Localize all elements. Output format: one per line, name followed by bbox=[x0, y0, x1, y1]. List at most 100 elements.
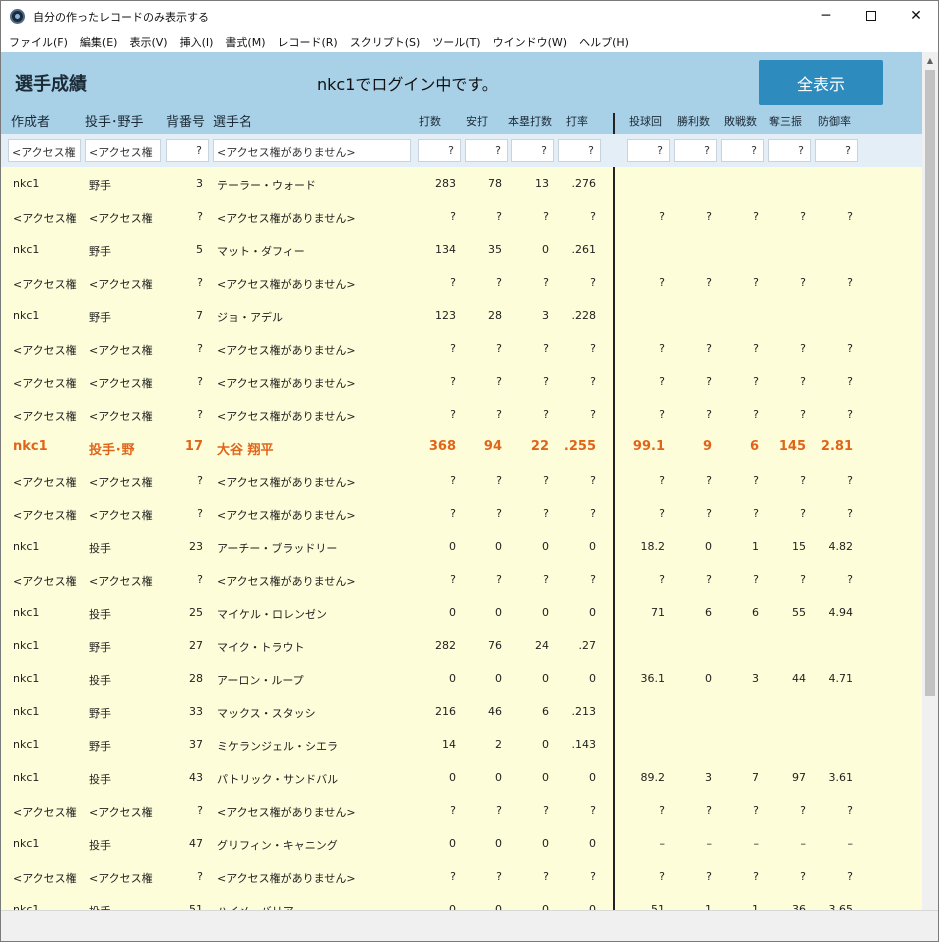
record-row[interactable]: nkc1 野手 5 マット・ダフィー 134 35 0 .261 bbox=[1, 233, 922, 266]
filter-hits[interactable]: ? bbox=[465, 139, 508, 162]
header-home-runs[interactable]: 本塁打数 bbox=[508, 113, 552, 129]
maximize-button[interactable] bbox=[848, 1, 894, 31]
record-row[interactable]: nkc1 野手 7 ジョ・アデル 123 28 3 .228 bbox=[1, 299, 922, 332]
cell-number: ? bbox=[197, 375, 203, 388]
scrollbar-thumb[interactable] bbox=[925, 70, 935, 696]
cell-at-bats: 14 bbox=[442, 738, 456, 751]
cell-creator: nkc1 bbox=[13, 738, 40, 751]
show-all-button[interactable]: 全表示 bbox=[759, 60, 883, 105]
filter-creator[interactable]: <アクセス権 bbox=[8, 139, 81, 162]
menu-record[interactable]: レコード(R) bbox=[271, 32, 343, 51]
record-row[interactable]: <アクセス権 <アクセス権? <アクセス権がありません>????????? bbox=[1, 332, 922, 365]
filter-batting-avg[interactable]: ? bbox=[558, 139, 601, 162]
cell-home-runs: 0 bbox=[542, 903, 549, 910]
record-row[interactable]: nkc1 投手 23 アーチー・ブラッドリー 0 0 0 0 18.2 0 1 15 4.82 bbox=[1, 530, 922, 563]
filter-innings[interactable]: ? bbox=[627, 139, 670, 162]
header-name[interactable]: 選手名 bbox=[213, 111, 252, 130]
header-at-bats[interactable]: 打数 bbox=[419, 113, 441, 129]
scroll-up-arrow-icon[interactable]: ▲ bbox=[922, 52, 938, 68]
cell-wins: ? bbox=[706, 804, 712, 817]
cell-era: ? bbox=[847, 342, 853, 355]
record-row[interactable]: nkc1 投手 47 グリフィン・キャニング 0 0 0 0 – – – – – bbox=[1, 827, 922, 860]
cell-at-bats: ? bbox=[450, 870, 456, 883]
filter-strikeouts[interactable]: ? bbox=[768, 139, 811, 162]
cell-era: – bbox=[847, 837, 854, 850]
menu-insert[interactable]: 挿入(I) bbox=[174, 32, 220, 51]
cell-batting-avg: ? bbox=[590, 342, 596, 355]
menu-tools[interactable]: ツール(T) bbox=[426, 32, 486, 51]
cell-innings: ? bbox=[659, 342, 665, 355]
cell-name: <アクセス権がありません> bbox=[217, 344, 356, 357]
header-era[interactable]: 防御率 bbox=[818, 113, 851, 129]
close-button[interactable]: ✕ bbox=[893, 1, 938, 31]
record-row[interactable]: nkc1 野手 33 マックス・スタッシ 216 46 6 .213 bbox=[1, 695, 922, 728]
header-losses[interactable]: 敗戦数 bbox=[724, 113, 757, 129]
filter-home-runs[interactable]: ? bbox=[511, 139, 554, 162]
layout-content: 選手成績 nkc1でログイン中です。 全表示 作成者 投手･野手 背番号 選手名… bbox=[1, 52, 922, 910]
record-row[interactable]: <アクセス権 <アクセス権? <アクセス権がありません>????????? bbox=[1, 464, 922, 497]
cell-losses: ? bbox=[753, 342, 759, 355]
record-row[interactable]: <アクセス権 <アクセス権? <アクセス権がありません>????????? bbox=[1, 794, 922, 827]
record-row[interactable]: <アクセス権 <アクセス権? <アクセス権がありません>????????? bbox=[1, 365, 922, 398]
header-creator[interactable]: 作成者 bbox=[11, 111, 50, 130]
menu-file[interactable]: ファイル(F) bbox=[3, 32, 74, 51]
cell-type: 野手 bbox=[89, 311, 111, 324]
header-type[interactable]: 投手･野手 bbox=[85, 111, 144, 130]
record-row[interactable]: nkc1 野手 37 ミケランジェル・シエラ 14 2 0 .143 bbox=[1, 728, 922, 761]
minimize-button[interactable]: ─ bbox=[803, 1, 849, 31]
menu-window[interactable]: ウインドウ(W) bbox=[487, 32, 573, 51]
menu-view[interactable]: 表示(V) bbox=[123, 32, 173, 51]
record-row[interactable]: nkc1 投手 51 ハイメ・バリア 0 0 0 0 51 1 1 36 3.65 bbox=[1, 893, 922, 910]
menu-edit[interactable]: 編集(E) bbox=[74, 32, 124, 51]
cell-losses: ? bbox=[753, 474, 759, 487]
header-wins[interactable]: 勝利数 bbox=[677, 113, 710, 129]
cell-wins: 3 bbox=[705, 771, 712, 784]
cell-batting-avg: 0 bbox=[589, 672, 596, 685]
cell-home-runs: 24 bbox=[535, 639, 549, 652]
divider-gap bbox=[613, 134, 615, 167]
cell-name: ミケランジェル・シエラ bbox=[217, 740, 338, 753]
cell-era: ? bbox=[847, 474, 853, 487]
filter-era[interactable]: ? bbox=[815, 139, 858, 162]
cell-batting-avg: ? bbox=[590, 804, 596, 817]
record-row[interactable]: <アクセス権 <アクセス権? <アクセス権がありません>????????? bbox=[1, 266, 922, 299]
cell-type: <アクセス権 bbox=[89, 377, 153, 390]
record-row[interactable]: nkc1 投手 43 パトリック・サンドバル 0 0 0 0 89.2 3 7 97 3.61 bbox=[1, 761, 922, 794]
vertical-scrollbar[interactable]: ▲ bbox=[922, 52, 938, 910]
record-row[interactable]: nkc1 野手 27 マイク・トラウト 282 76 24 .27 bbox=[1, 629, 922, 662]
cell-innings: ? bbox=[659, 573, 665, 586]
record-row[interactable]: <アクセス権 <アクセス権? <アクセス権がありません>????????? bbox=[1, 398, 922, 431]
cell-number: ? bbox=[197, 474, 203, 487]
cell-number: ? bbox=[197, 804, 203, 817]
header-innings[interactable]: 投球回 bbox=[629, 113, 662, 129]
cell-number: 51 bbox=[189, 903, 203, 910]
record-row[interactable]: <アクセス権 <アクセス権? <アクセス権がありません>????????? bbox=[1, 497, 922, 530]
filter-wins[interactable]: ? bbox=[674, 139, 717, 162]
header-hits[interactable]: 安打 bbox=[466, 113, 488, 129]
record-row[interactable]: nkc1 投手･野 17 大谷 翔平 368 94 22 .255 99.1 9 6 145 2.81 bbox=[1, 431, 922, 464]
header-strikeouts[interactable]: 奪三振 bbox=[769, 113, 802, 129]
record-row[interactable]: <アクセス権 <アクセス権? <アクセス権がありません>????????? bbox=[1, 200, 922, 233]
filter-type[interactable]: <アクセス権 bbox=[85, 139, 161, 162]
cell-type: <アクセス権 bbox=[89, 410, 153, 423]
filter-losses[interactable]: ? bbox=[721, 139, 764, 162]
cell-batting-avg: ? bbox=[590, 870, 596, 883]
filter-at-bats[interactable]: ? bbox=[418, 139, 461, 162]
record-row[interactable]: nkc1 野手 3 テーラー・ウォード 283 78 13 .276 bbox=[1, 167, 922, 200]
record-row[interactable]: <アクセス権 <アクセス権? <アクセス権がありません>????????? bbox=[1, 860, 922, 893]
record-row[interactable]: <アクセス権 <アクセス権? <アクセス権がありません>????????? bbox=[1, 563, 922, 596]
record-row[interactable]: nkc1 投手 25 マイケル・ロレンゼン 0 0 0 0 71 6 6 55 4.94 bbox=[1, 596, 922, 629]
cell-creator: <アクセス権 bbox=[13, 872, 77, 885]
menu-format[interactable]: 書式(M) bbox=[219, 32, 271, 51]
header-batting-avg[interactable]: 打率 bbox=[566, 113, 588, 129]
header-number[interactable]: 背番号 bbox=[166, 111, 205, 130]
cell-home-runs: ? bbox=[543, 804, 549, 817]
cell-hits: 0 bbox=[495, 837, 502, 850]
record-row[interactable]: nkc1 投手 28 アーロン・ループ 0 0 0 0 36.1 0 3 44 4.71 bbox=[1, 662, 922, 695]
cell-at-bats: 368 bbox=[428, 439, 456, 454]
menu-script[interactable]: スクリプト(S) bbox=[344, 32, 427, 51]
cell-type: 野手 bbox=[89, 740, 111, 753]
menu-help[interactable]: ヘルプ(H) bbox=[573, 32, 635, 51]
filter-name[interactable]: <アクセス権がありません> bbox=[213, 139, 411, 162]
filter-number[interactable]: ? bbox=[166, 139, 209, 162]
